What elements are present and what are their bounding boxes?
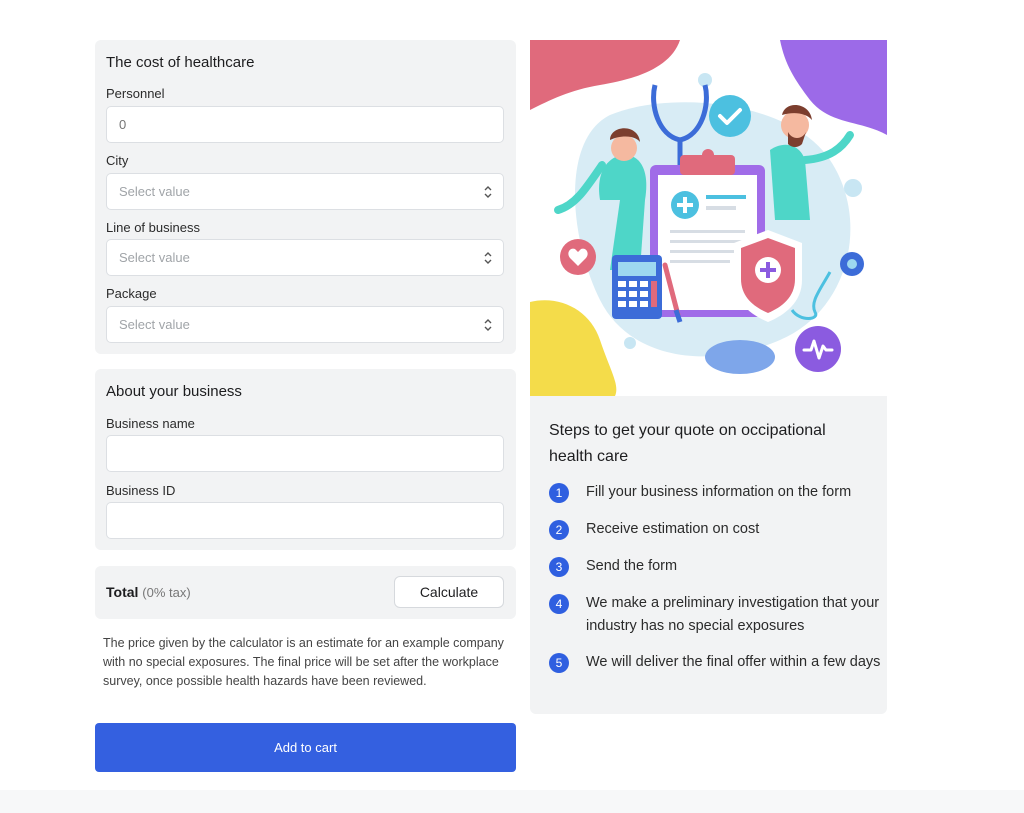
add-to-cart-button[interactable]: Add to cart: [95, 723, 516, 772]
healthcare-cost-title: The cost of healthcare: [106, 54, 255, 71]
steps-card: Steps to get your quote on occipational …: [530, 396, 887, 714]
calculate-button[interactable]: Calculate: [394, 576, 504, 608]
line-of-business-select-value: Select value: [119, 250, 190, 265]
package-label: Package: [106, 286, 157, 301]
city-label: City: [106, 153, 129, 168]
page: The cost of healthcare Personnel City Se…: [0, 0, 1024, 813]
tax-label: (0% tax): [142, 585, 191, 600]
business-id-input[interactable]: [106, 502, 504, 539]
business-card-title: About your business: [106, 383, 242, 400]
healthcare-illustration: [530, 40, 887, 396]
business-id-label: Business ID: [106, 483, 176, 498]
personnel-label: Personnel: [106, 86, 165, 101]
step-number-badge: 3: [549, 557, 569, 577]
personnel-input[interactable]: [106, 106, 504, 143]
step-text: Fill your business information on the fo…: [586, 484, 852, 500]
healthcare-illustration-image: [530, 40, 887, 396]
select-arrows-icon: [484, 319, 492, 331]
business-name-label: Business name: [106, 416, 195, 431]
total-card: Total (0% tax) Calculate: [95, 566, 516, 619]
line-of-business-label: Line of business: [106, 220, 200, 235]
steps-title: Steps to get your quote on occipational …: [549, 422, 826, 465]
price-disclaimer: The price given by the calculator is an …: [103, 636, 504, 688]
total-text: Total: [106, 584, 139, 600]
line-of-business-select[interactable]: Select value: [106, 239, 504, 276]
select-arrows-icon: [484, 186, 492, 198]
step-text: We will deliver the final offer within a…: [586, 654, 881, 670]
healthcare-cost-card: The cost of healthcare Personnel City Se…: [95, 40, 516, 354]
step-text: Send the form: [586, 558, 678, 574]
step-number-badge: 4: [549, 594, 569, 614]
step-text: Receive estimation on cost: [586, 521, 760, 537]
select-arrows-icon: [484, 252, 492, 264]
city-select[interactable]: Select value: [106, 173, 504, 210]
package-select-value: Select value: [119, 317, 190, 332]
step-number-badge: 5: [549, 653, 569, 673]
business-name-input[interactable]: [106, 435, 504, 472]
step-number-badge: 2: [549, 520, 569, 540]
total-label: Total (0% tax): [106, 584, 191, 600]
footer-band: [0, 790, 1024, 813]
step-number-badge: 1: [549, 483, 569, 503]
step-text: We make a preliminary investigation that…: [586, 595, 880, 634]
business-card: About your business Business name Busine…: [95, 369, 516, 550]
package-select[interactable]: Select value: [106, 306, 504, 343]
city-select-value: Select value: [119, 184, 190, 199]
